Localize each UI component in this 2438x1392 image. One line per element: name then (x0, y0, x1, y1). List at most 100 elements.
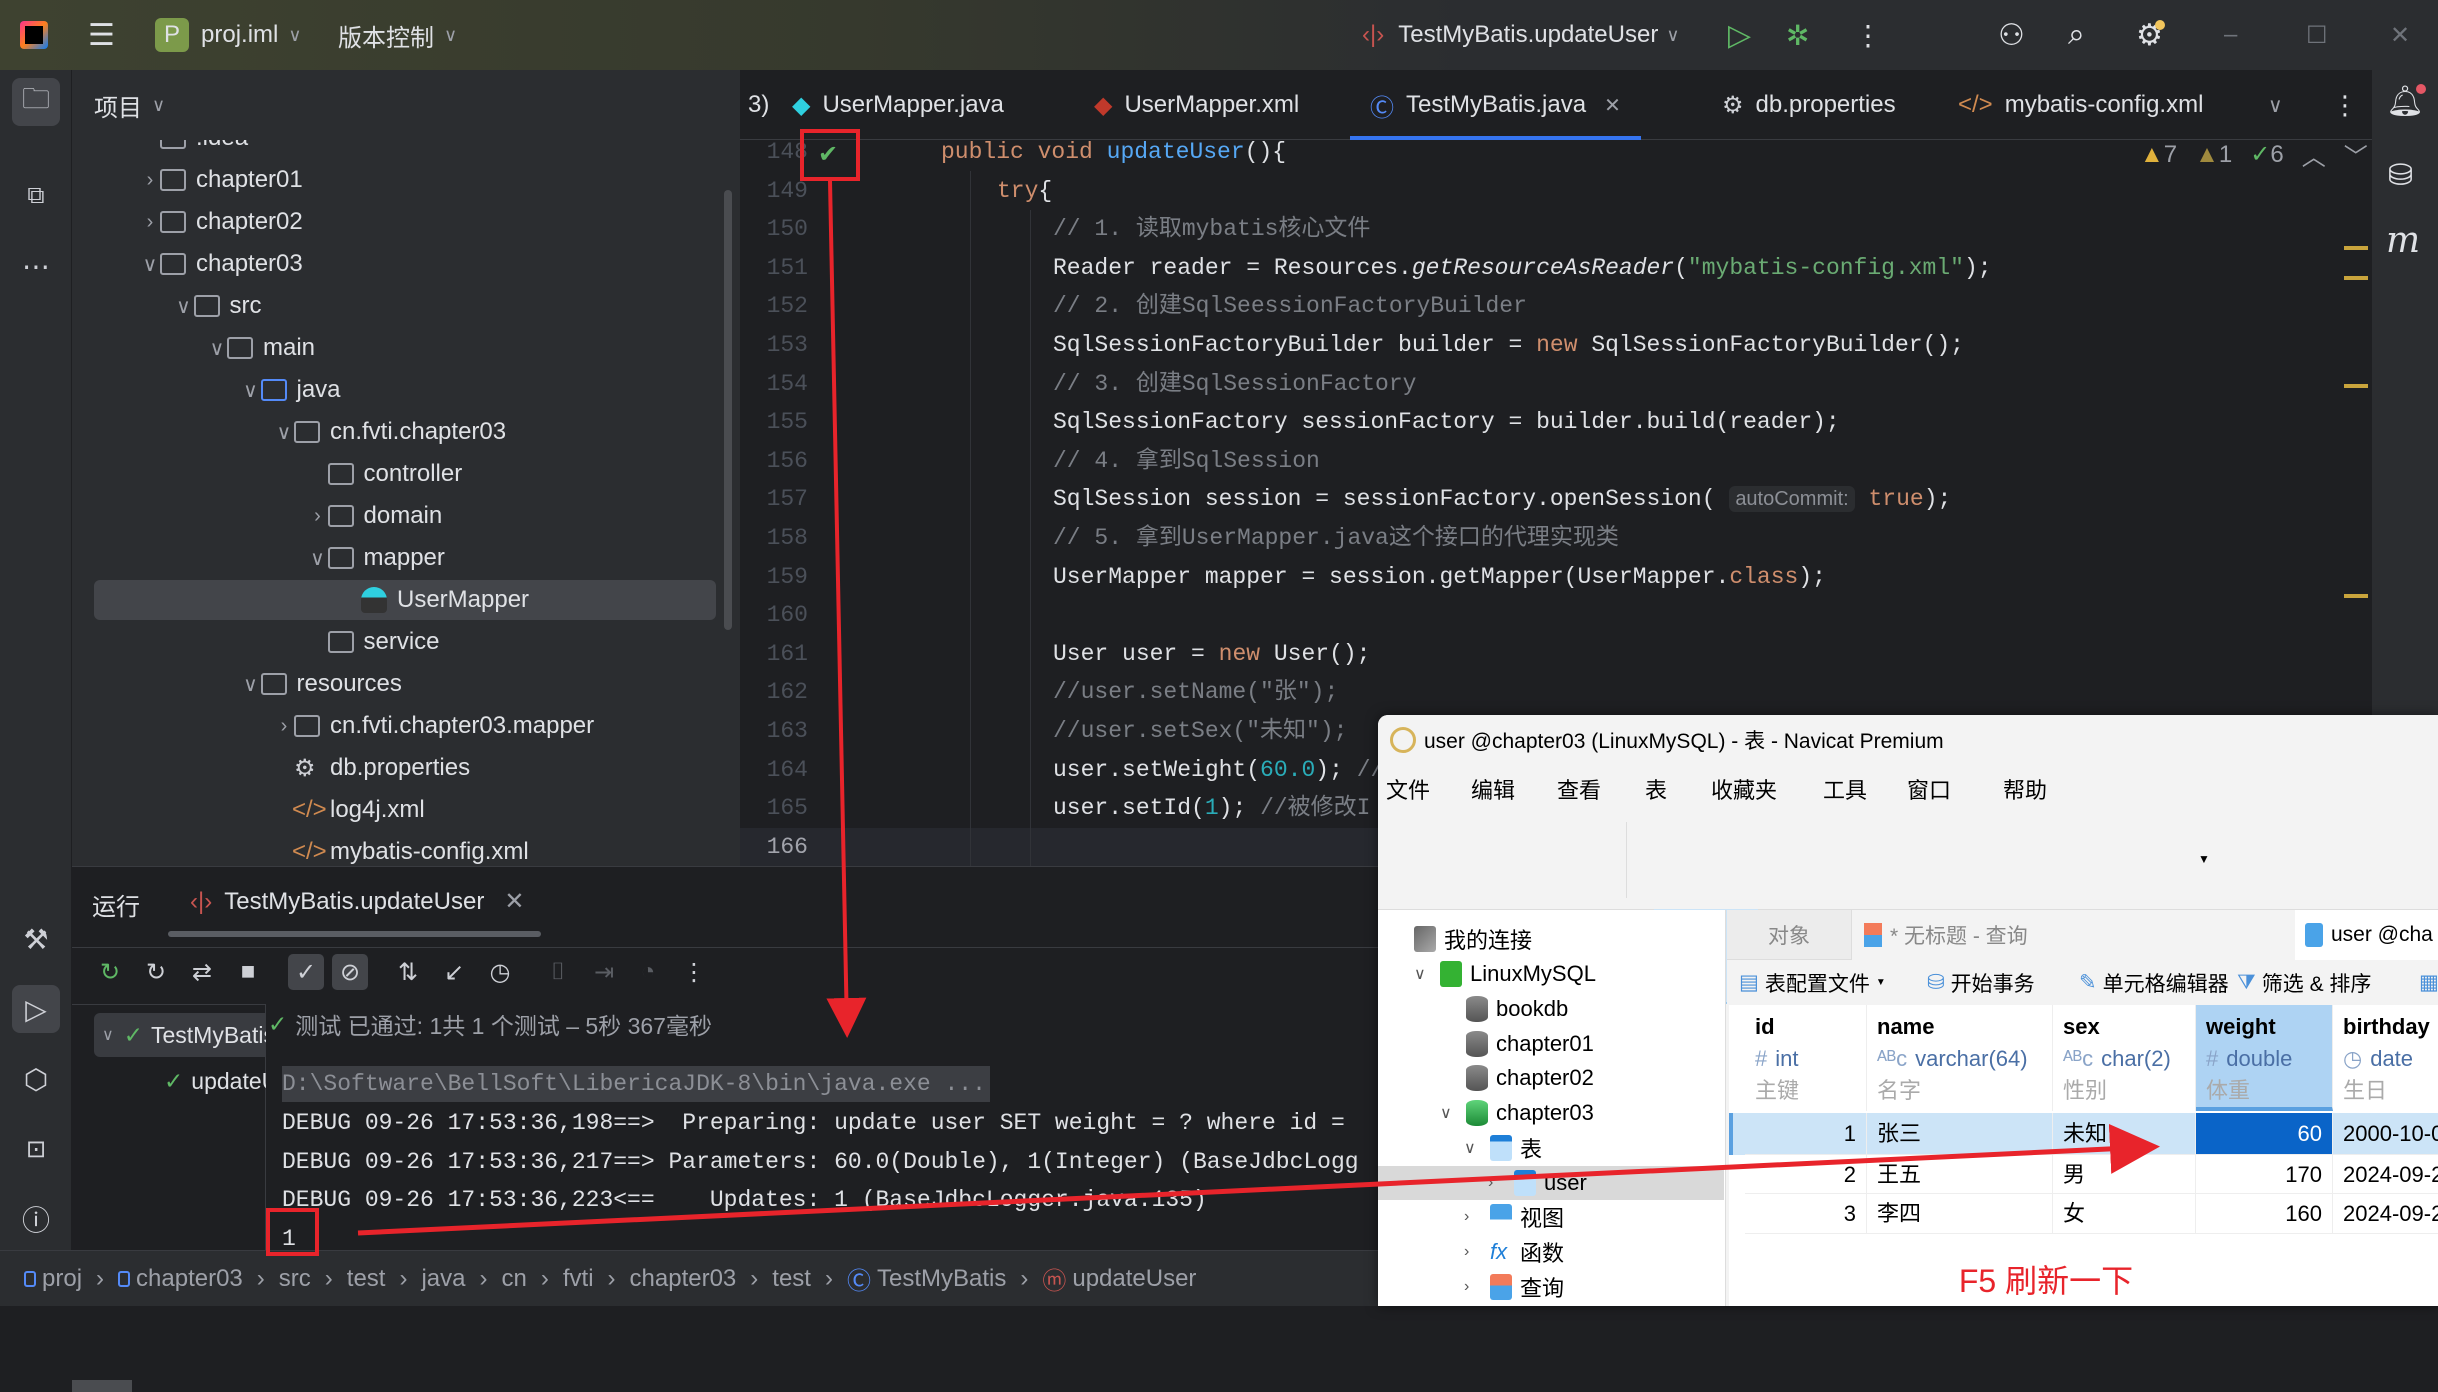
navicat-menu-item[interactable]: 帮助 (2003, 765, 2047, 812)
project-tree-item[interactable]: ∨ chapter03 (72, 244, 740, 284)
breadcrumb-item[interactable]: ⓜ updateUser (1042, 1261, 1196, 1296)
project-tree-item[interactable]: › chapter01 (72, 160, 740, 200)
breadcrumb-item[interactable]: fvti (563, 1265, 594, 1293)
structure-icon[interactable]: ⧉ (12, 172, 60, 220)
navicat-tree-item[interactable]: › user (1378, 1166, 1724, 1200)
breadcrumb-item[interactable]: cn (502, 1265, 527, 1293)
navicat-tree-item[interactable]: › 视图 (1378, 1200, 1724, 1234)
editor-tab[interactable]: ◆ UserMapper.xml (1094, 70, 1299, 140)
table-cell[interactable]: 2000-10-0 (2333, 1113, 2438, 1155)
navicat-menu-item[interactable]: 编辑 (1471, 765, 1515, 812)
columns-icon[interactable]: ▦ (2419, 970, 2438, 995)
breadcrumb-item[interactable]: chapter03 (630, 1265, 737, 1293)
navicat-table-toolbar-item[interactable]: ▤ 表配置文件 ▼ (1739, 960, 1886, 1005)
search-icon[interactable]: ⌕ (2068, 0, 2085, 70)
project-tree-item[interactable]: </> log4j.xml (72, 790, 740, 830)
more-icon[interactable]: ⋮ (676, 954, 712, 990)
breadcrumb-item[interactable]: chapter03 (118, 1265, 243, 1293)
caret-down-icon[interactable]: ▼ (2198, 852, 2210, 866)
navicat-tree-item[interactable]: bookdb (1378, 992, 1724, 1026)
project-tree-item[interactable]: ∨ cn.fvti.chapter03 (72, 412, 740, 452)
editor-tab[interactable]: ◆ UserMapper.java (792, 70, 1004, 140)
close-icon[interactable]: ✕ (2390, 0, 2410, 70)
navicat-tree-item[interactable]: ∨ LinuxMySQL (1378, 957, 1724, 991)
table-cell[interactable]: 160 (2196, 1194, 2333, 1234)
navicat-tree-item[interactable]: ∨ chapter03 (1378, 1096, 1724, 1130)
notifications-bell-icon[interactable]: 🔔︎ (2386, 84, 2427, 119)
editor-tab[interactable]: Ⓒ TestMyBatis.java ✕ (1350, 70, 1641, 140)
tabs-dropdown-icon[interactable]: ∨ (2268, 70, 2283, 140)
project-tree-item[interactable]: › cn.fvti.chapter03.mapper (72, 706, 740, 746)
debug-icon[interactable]: ✲ (1786, 0, 1809, 70)
navicat-tree-item[interactable]: ∨ 表 (1378, 1131, 1724, 1165)
chevron-right-icon[interactable]: › (1464, 1278, 1469, 1296)
run-config-tab[interactable]: ‹|› TestMyBatis.updateUser ✕ (190, 887, 524, 916)
editor-tab[interactable]: 3) (748, 70, 769, 140)
chevron-right-icon[interactable]: › (140, 211, 160, 234)
navicat-table-toolbar-item[interactable]: ⧩ 筛选 & 排序 (2237, 960, 2371, 1005)
chevron-down-icon[interactable]: ∨ (274, 420, 294, 445)
project-tree-item[interactable]: UserMapper (94, 580, 716, 620)
column-header-id[interactable]: id # int 主键 (1745, 1005, 1867, 1111)
chevron-right-icon[interactable]: › (140, 169, 160, 192)
breadcrumb-item[interactable]: test (772, 1265, 811, 1293)
table-cell[interactable]: 2 (1745, 1155, 1867, 1194)
project-scrollbar[interactable] (724, 190, 732, 630)
toggle-auto-test-icon[interactable]: ⇄ (184, 954, 220, 990)
navicat-table-toolbar-item[interactable]: ✎ 单元格编辑器 (2079, 960, 2229, 1005)
project-tree-item[interactable]: controller (72, 454, 740, 494)
navicat-tree-item[interactable]: chapter02 (1378, 1061, 1724, 1095)
project-tree-item[interactable]: .idea (72, 140, 740, 158)
navicat-menu-item[interactable]: 文件 (1386, 765, 1430, 812)
project-tree-item[interactable]: › chapter02 (72, 202, 740, 242)
table-cell[interactable]: 2024-09-2 (2333, 1155, 2438, 1194)
project-panel-header[interactable]: 项目 ∨ (94, 88, 165, 123)
project-tree-item[interactable]: </> mybatis-config.xml (72, 832, 740, 866)
gutter-run-passed-icon[interactable]: ✔ (818, 140, 838, 169)
breadcrumb-item[interactable]: src (279, 1265, 311, 1293)
navicat-tree-item[interactable]: › fx 函数 (1378, 1235, 1724, 1269)
more-tools-icon[interactable]: ⋯ (12, 242, 60, 290)
project-folder-icon[interactable]: 🗀 (12, 78, 60, 126)
project-tree-item[interactable]: ∨ src (72, 286, 740, 326)
table-cell[interactable]: 男 (2053, 1155, 2196, 1194)
test-tree-item-method[interactable]: ✓ updateUser (164, 1059, 266, 1103)
breadcrumb-item[interactable]: java (421, 1265, 465, 1293)
table-cell[interactable]: 张三 (1867, 1113, 2053, 1155)
navicat-tree-item[interactable]: › 查询 (1378, 1270, 1724, 1304)
table-cell[interactable]: 李四 (1867, 1194, 2053, 1234)
column-header-name[interactable]: name ᴬᴮc varchar(64) 名字 (1867, 1005, 2053, 1111)
chevron-down-icon[interactable]: ∨ (241, 378, 261, 403)
column-header-sex[interactable]: sex ᴬᴮc char(2) 性别 (2053, 1005, 2196, 1111)
scroll-marker[interactable] (2344, 246, 2368, 250)
sort-icon[interactable]: ⇅ (390, 954, 426, 990)
rerun-failed-icon[interactable]: ↻ (138, 954, 174, 990)
project-tree-item[interactable]: ∨ main (72, 328, 740, 368)
run-tab-label[interactable]: 运行 (92, 887, 140, 922)
scroll-marker[interactable] (2344, 276, 2368, 280)
navicat-menu-item[interactable]: 表 (1645, 765, 1667, 812)
chevron-right-icon[interactable]: › (1464, 1208, 1469, 1226)
rerun-icon[interactable]: ↻ (92, 954, 128, 990)
table-cell[interactable]: 未知 (2053, 1113, 2196, 1155)
table-cell[interactable]: 3 (1745, 1194, 1867, 1234)
table-cell[interactable]: 170 (2196, 1155, 2333, 1194)
show-ignored-icon[interactable]: ⊘ (332, 954, 368, 990)
problems-icon[interactable]: ⓘ (12, 1195, 60, 1243)
run-config-selector[interactable]: ‹|› TestMyBatis.updateUser ∨ (1362, 0, 1680, 70)
editor-tab[interactable]: </> mybatis-config.xml (1958, 70, 2203, 140)
project-tree-item[interactable]: ∨ resources (72, 664, 740, 704)
chevron-right-icon[interactable]: › (1488, 1174, 1493, 1192)
console-output[interactable]: D:\Software\BellSoft\LibericaJDK-8\bin\j… (268, 1062, 1378, 1251)
tree-scrollbar[interactable] (72, 1380, 132, 1392)
table-cell[interactable]: 女 (2053, 1194, 2196, 1234)
project-tree-item[interactable]: ⚙ db.properties (72, 748, 740, 788)
app-logo-icon[interactable] (20, 0, 48, 70)
stop-icon[interactable]: ■ (230, 954, 266, 990)
navicat-menu-item[interactable]: 窗口 (1907, 765, 1951, 812)
maximize-icon[interactable]: ☐ (2306, 0, 2328, 70)
close-tab-icon[interactable]: ✕ (504, 887, 524, 916)
chevron-down-icon[interactable]: ∨ (1440, 1103, 1452, 1123)
navicat-tree-item[interactable]: chapter01 (1378, 1027, 1724, 1061)
table-cell[interactable]: 60 (2196, 1113, 2333, 1155)
